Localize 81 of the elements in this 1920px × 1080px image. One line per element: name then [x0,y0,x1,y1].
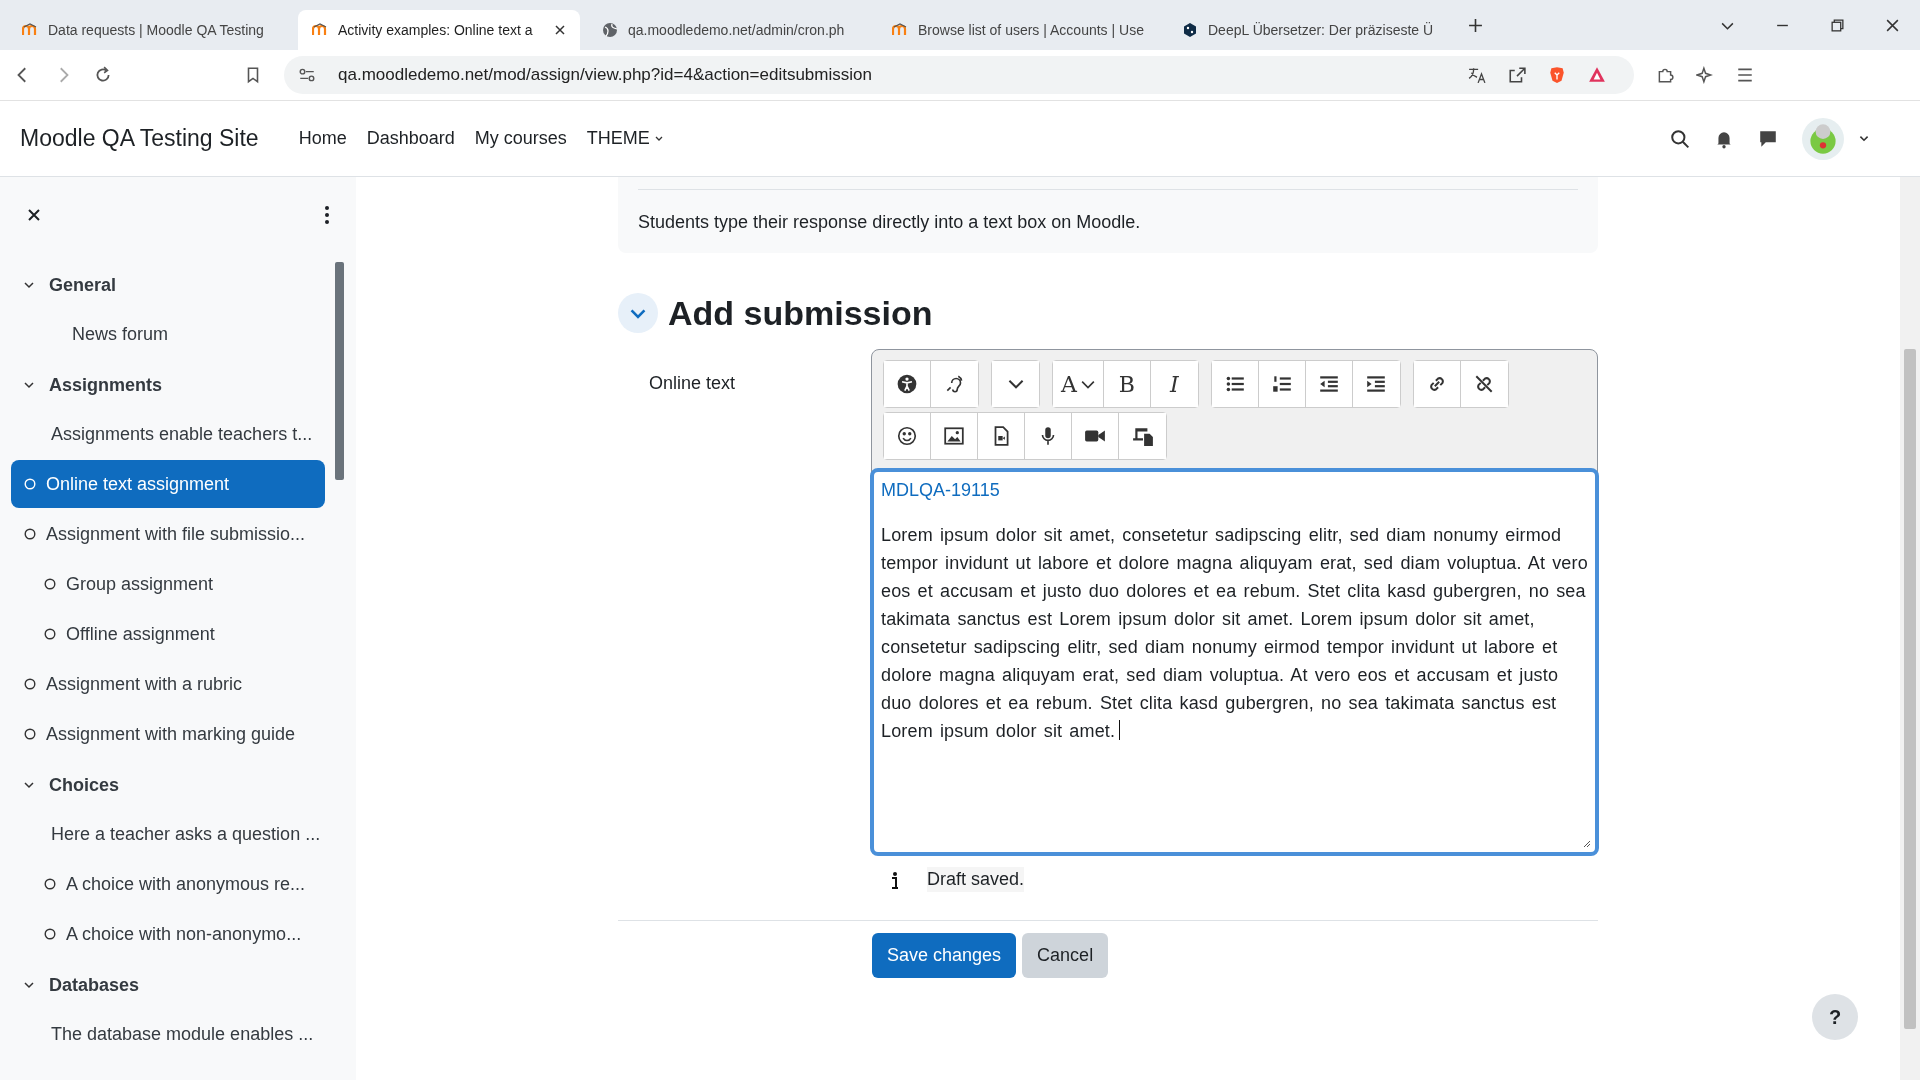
chat-bubble-icon[interactable] [1758,128,1778,149]
circle-icon [24,528,36,540]
sliders-icon [298,66,316,84]
circle-icon [44,578,56,590]
moodle-logo-icon [22,22,38,38]
circle-icon [24,728,36,740]
close-icon[interactable] [27,208,41,222]
course-index-item[interactable]: News forum [11,310,325,358]
link-icon[interactable] [1413,361,1461,407]
site-name[interactable]: Moodle QA Testing Site [20,125,259,152]
browser-tab[interactable]: DeepL Übersetzer: Der präziseste Ü [1168,10,1450,50]
info-icon [891,869,899,890]
course-index-item[interactable]: Offline assignment [31,610,325,658]
font-button[interactable]: A [1053,361,1104,407]
scrollbar[interactable] [1900,177,1920,1080]
editor-paragraph: Lorem ipsum dolor sit amet, consetetur sadipscing elitr, sed diam nonumy eirmod tempor invidunt ut labore et dolore magna aliquyam erat, sed diam voluptua. At vero eos et accusam et justo duo dolores et ea rebum. Stet clita kasd gubergren, no sea takimata sanctus est Lorem ipsum dolor sit amet. Lorem ipsum dolor sit amet, consetetur sadipscing elitr, sed diam nonumy eirmod tempor invidunt ut labore et dolore magna aliquyam erat, sed diam voluptua. At vero eos et accusam et justo duo dolores et ea rebum. Stet clita kasd gubergren, no sea takimata sanctus est Lorem ipsum dolor sit amet. [881,524,1588,743]
moodle-logo-icon [312,22,328,38]
save-button[interactable]: Save changes [872,933,1017,978]
hexagon-logo-icon [1182,22,1198,38]
plus-icon[interactable] [1468,17,1483,33]
reload-icon[interactable] [94,66,112,84]
bullet-list-icon[interactable] [1211,361,1259,407]
nav-link[interactable]: THEME [586,128,664,149]
description-text: Students type their response directly into a text box on Moodle. [638,212,1142,233]
collapse-button[interactable] [618,293,658,333]
chevron-icon[interactable] [23,279,35,291]
chevron-icon[interactable] [23,379,35,391]
browser-tab[interactable]: qa.moodledemo.net/admin/cron.ph [588,10,870,50]
editor-title-text: MDLQA-19115 [881,480,1001,501]
browser-tab[interactable]: Data requests | Moodle QA Testing [8,10,290,50]
moodle-logo-icon [892,22,908,38]
menu-icon[interactable] [1736,66,1754,84]
section-title[interactable]: General [49,274,117,296]
section-heading: Add submission [668,293,933,333]
globe-icon [602,22,618,38]
sparkle-icon[interactable] [1696,66,1714,84]
circle-icon [44,928,56,940]
nav-link[interactable]: My courses [474,128,567,149]
restore-icon[interactable] [1830,17,1845,33]
circle-icon [44,878,56,890]
browser-tab[interactable]: Activity examples: Online text a [298,10,580,50]
triangle-icon[interactable] [1588,66,1606,84]
status-text: Draft saved. [927,867,1025,892]
section-title[interactable]: Assignments [49,374,163,396]
course-index-item[interactable]: Online text assignment [11,460,325,508]
chevron-icon[interactable] [23,779,35,791]
circle-icon [24,678,36,690]
course-index-item[interactable]: Assignments enable teachers t... [11,410,325,458]
circle-icon [44,628,56,640]
share-icon[interactable] [1508,66,1526,84]
nav-link[interactable]: Dashboard [366,128,455,149]
search-icon[interactable] [1670,128,1690,149]
cancel-button[interactable]: Cancel [1022,933,1109,978]
text-editor-area[interactable] [870,468,1599,856]
nav-link[interactable]: Home [298,128,347,149]
circle-icon [24,478,36,490]
translate-icon[interactable] [1468,66,1486,84]
browser-tab[interactable]: Browse list of users | Accounts | Use [878,10,1160,50]
address-bar[interactable]: qa.moodledemo.net/mod/assign/view.php?id=4&action=editsubmission [284,56,1634,94]
course-index-item[interactable]: Here a teacher asks a question ... [11,810,325,858]
course-index-item[interactable]: Group assignment [31,560,325,608]
avatar-icon[interactable] [1802,117,1844,160]
course-index-item[interactable]: The database module enables ... [11,1010,325,1058]
section-title[interactable]: Choices [49,774,120,796]
puzzle-icon[interactable] [1656,66,1674,84]
course-index-item[interactable]: Assignment with file submissio... [11,510,325,558]
smiley-icon[interactable] [884,413,931,459]
accessibility-icon[interactable] [884,361,931,407]
lion-shield-icon[interactable] [1548,66,1566,84]
kebab-menu-icon[interactable] [324,205,330,225]
resize-grip-icon[interactable] [1581,838,1591,848]
help-button[interactable]: ? [1812,994,1858,1040]
close-icon[interactable] [554,24,566,36]
field-label: Online text [648,372,737,395]
course-index-item[interactable]: A choice with non-anonymo... [31,910,325,958]
course-index-item[interactable]: Assignment with a rubric [11,660,325,708]
course-index-item[interactable]: Assignment with marking guide [11,710,325,758]
chevron-icon[interactable] [23,979,35,991]
section-title[interactable]: Databases [49,974,140,996]
course-index-item[interactable]: A choice with anonymous re... [31,860,325,908]
close-icon[interactable] [1885,17,1900,33]
